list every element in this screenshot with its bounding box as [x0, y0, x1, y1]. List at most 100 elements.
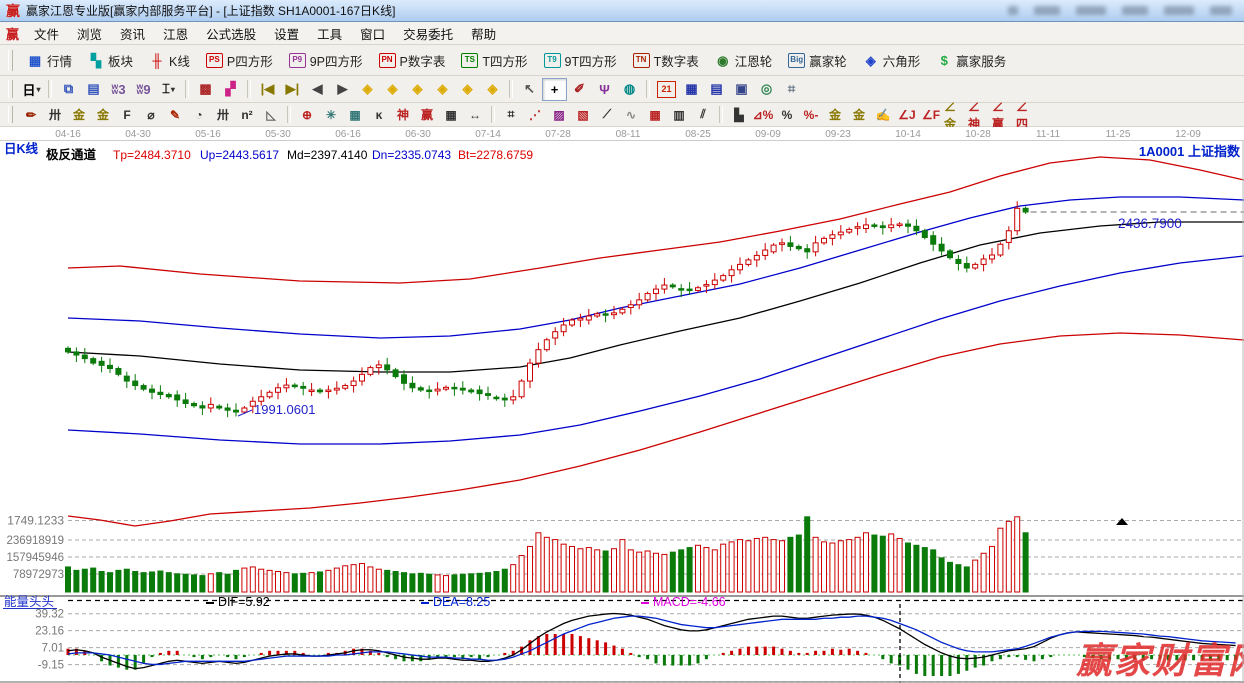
- circle-cross-icon[interactable]: ⊕: [295, 104, 319, 125]
- nav-diamond-icon[interactable]: ◈: [480, 78, 505, 101]
- toolbar-hexagon-button[interactable]: ◈ 六角形: [856, 48, 928, 73]
- toolbar-kline-button[interactable]: ╫ K线: [142, 48, 197, 73]
- n-square-icon[interactable]: n²: [235, 104, 259, 125]
- compress-icon[interactable]: ◈: [430, 78, 455, 101]
- angle-shen-icon[interactable]: ∠神: [967, 100, 991, 131]
- pen-flag-icon[interactable]: ✍: [871, 104, 895, 125]
- trend-lines-icon[interactable]: ⟋: [595, 104, 619, 125]
- gold-circle-icon[interactable]: 金: [823, 104, 847, 125]
- menu-gann[interactable]: 江恩: [154, 22, 197, 45]
- hand-tool-icon[interactable]: ↖: [517, 78, 542, 101]
- fan-square-icon[interactable]: ▧: [571, 104, 595, 125]
- spiral-tool-icon[interactable]: ⌀: [139, 104, 163, 125]
- histogram-icon[interactable]: ▞: [218, 78, 243, 101]
- parallel-lines-icon[interactable]: ⫽: [691, 104, 715, 125]
- wave-line-icon[interactable]: ∿: [619, 104, 643, 125]
- wave3-icon[interactable]: ʬ3: [106, 78, 131, 101]
- save-icon[interactable]: ▣: [729, 78, 754, 101]
- toolbar-winner-service-button[interactable]: $ 赢家服务: [929, 48, 1013, 73]
- menu-news[interactable]: 资讯: [111, 22, 154, 45]
- draw-pen-icon[interactable]: ✏: [19, 104, 43, 125]
- menu-trade[interactable]: 交易委托: [394, 22, 462, 45]
- notepad-icon[interactable]: ▤: [704, 78, 729, 101]
- next-bar-icon[interactable]: ▶: [330, 78, 355, 101]
- square-star-icon[interactable]: ▦: [343, 104, 367, 125]
- red-grid-icon[interactable]: ▦: [643, 104, 667, 125]
- toolbar-p-square-label: P四方形: [226, 54, 273, 69]
- chart-area[interactable]: 04-16 04-30 05-16 05-30 06-16 06-30 07-14 07-28…: [0, 127, 1244, 683]
- marker-pen-icon[interactable]: ✎: [163, 104, 187, 125]
- angle-tool-icon[interactable]: ✐: [567, 78, 592, 101]
- crosshair-icon[interactable]: +: [542, 77, 567, 101]
- toolbar-p-square-button[interactable]: PS P四方形: [199, 48, 280, 73]
- web-icon[interactable]: ◎: [754, 78, 779, 101]
- toolbar-9p-square-button[interactable]: P9 9P四方形: [282, 48, 370, 73]
- step-chart-icon[interactable]: ▙: [727, 104, 751, 125]
- grid-scale-icon[interactable]: 卅: [211, 104, 235, 125]
- angle-gold-icon[interactable]: ∠金: [943, 100, 967, 131]
- angle-ruler-icon[interactable]: ◺: [259, 104, 283, 125]
- menu-formula-pick[interactable]: 公式选股: [197, 22, 265, 45]
- zoom-left-icon[interactable]: ◈: [355, 78, 380, 101]
- gold-ratio-icon[interactable]: 金: [67, 104, 91, 125]
- shen-tool-icon[interactable]: 神: [391, 104, 415, 125]
- menu-help[interactable]: 帮助: [462, 22, 505, 45]
- calendar-icon[interactable]: 21: [657, 80, 676, 98]
- angle-f-icon[interactable]: ∠F: [919, 104, 943, 125]
- fan-box-icon[interactable]: ▨: [547, 104, 571, 125]
- zoom-right-icon[interactable]: ◈: [380, 78, 405, 101]
- star-grid-icon[interactable]: ✳: [319, 104, 343, 125]
- wave9-icon[interactable]: ʬ9: [131, 78, 156, 101]
- percent-line-icon[interactable]: %-: [799, 104, 823, 125]
- menu-window[interactable]: 窗口: [351, 22, 394, 45]
- percent-angle-icon[interactable]: ⊿%: [751, 104, 775, 125]
- toolbar-separator: [247, 79, 251, 99]
- menu-browse[interactable]: 浏览: [68, 22, 111, 45]
- prev-bar-icon[interactable]: ◀: [305, 78, 330, 101]
- period-day-dropdown[interactable]: 日 ▾: [19, 78, 44, 101]
- fan-lines-icon[interactable]: ⋰: [523, 104, 547, 125]
- report-icon[interactable]: ▤: [81, 78, 106, 101]
- menu-file[interactable]: 文件: [25, 22, 68, 45]
- gold-line-icon[interactable]: 金: [847, 104, 871, 125]
- overlay-chart-icon[interactable]: ⧉: [56, 78, 81, 101]
- angle-j-icon[interactable]: ∠J: [895, 104, 919, 125]
- angle-si-icon[interactable]: ∠四: [1015, 100, 1039, 131]
- toolbar-t-square-button[interactable]: TS T四方形: [454, 48, 534, 73]
- fibo-tool-icon[interactable]: F: [115, 104, 139, 125]
- dot-grid-icon[interactable]: ▥: [667, 104, 691, 125]
- percent-icon[interactable]: %: [775, 104, 799, 125]
- window-controls-blurred[interactable]: [1008, 6, 1232, 15]
- toolbar-t-number-table-button[interactable]: TN T数字表: [626, 48, 706, 73]
- first-bar-icon[interactable]: |◀: [255, 78, 280, 101]
- candle-style-dropdown[interactable]: ⌶ ▾: [156, 78, 181, 101]
- fit-view-icon[interactable]: ◈: [455, 78, 480, 101]
- macd-pane-label[interactable]: 能量头头: [4, 595, 54, 609]
- watermark: 赢家财富网: [1075, 640, 1244, 681]
- toolbar-gann-wheel-button[interactable]: ◉ 江恩轮: [708, 48, 780, 73]
- menu-settings[interactable]: 设置: [265, 22, 308, 45]
- chart-canvas[interactable]: 04-16 04-30 05-16 05-30 06-16 06-30 07-14 07-28…: [0, 127, 1244, 683]
- gann-tool-icon[interactable]: Ψ: [592, 78, 617, 101]
- angle-ying-icon[interactable]: ∠赢: [991, 100, 1015, 131]
- workstation-icon[interactable]: ⌗: [779, 78, 804, 101]
- calculator-icon[interactable]: ▦: [679, 78, 704, 101]
- expand-icon[interactable]: ◈: [405, 78, 430, 101]
- pattern-icon[interactable]: ▩: [193, 78, 218, 101]
- cycle-tool-icon[interactable]: ◍: [617, 78, 642, 101]
- toolbar-p-number-table-button[interactable]: PN P数字表: [372, 48, 453, 73]
- k-mark-icon[interactable]: ĸ: [367, 104, 391, 125]
- time-circle-icon[interactable]: ◔: [187, 104, 211, 125]
- span-arrow-icon[interactable]: ↔: [463, 104, 487, 125]
- box-grid-icon[interactable]: ⌗: [499, 104, 523, 125]
- toolbar-9t-square-button[interactable]: T9 9T四方形: [537, 48, 624, 73]
- scale-tool-icon[interactable]: 卅: [43, 104, 67, 125]
- last-bar-icon[interactable]: ▶|: [280, 78, 305, 101]
- toolbar-sectors-button[interactable]: ▚ 板块: [81, 48, 140, 73]
- gold-band-icon[interactable]: 金: [91, 104, 115, 125]
- toolbar-winner-wheel-button[interactable]: Big 赢家轮: [781, 48, 854, 73]
- grid123-icon[interactable]: ▦: [439, 104, 463, 125]
- menu-tools[interactable]: 工具: [308, 22, 351, 45]
- toolbar-quotes-button[interactable]: ▦ 行情: [20, 48, 79, 73]
- ying-tool-icon[interactable]: 赢: [415, 104, 439, 125]
